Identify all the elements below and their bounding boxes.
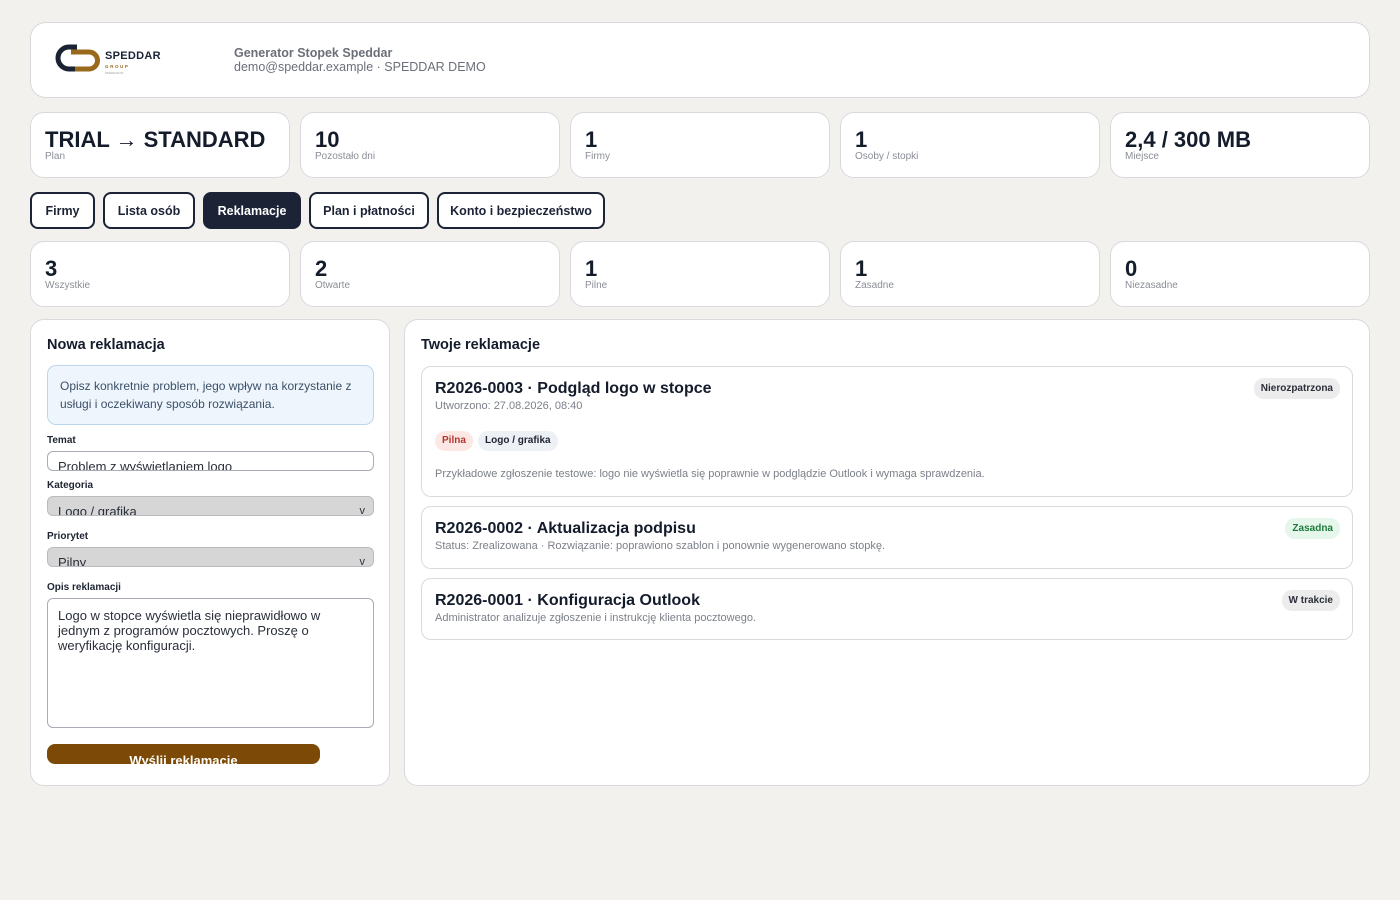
panel-title: Nowa reklamacja xyxy=(47,337,165,353)
stat-plan: TRIAL → STANDARD Plan xyxy=(30,112,290,178)
info-box: Opisz konkretnie problem, jego wpływ na … xyxy=(47,365,374,425)
complaint-card[interactable]: R2026-0003 · Podgląd logo w stopce Utwor… xyxy=(421,366,1353,497)
stat-open-complaints: 2 Otwarte xyxy=(300,241,560,307)
tab-konto-bezpieczenstwo[interactable]: Konto i bezpieczeństwo xyxy=(437,192,605,229)
complaint-title: R2026-0002 · Aktualizacja podpisu xyxy=(435,520,696,537)
stat-valid-complaints: 1 Zasadne xyxy=(840,241,1100,307)
tab-plan-platnosci[interactable]: Plan i płatności xyxy=(309,192,429,229)
tab-firmy[interactable]: Firmy xyxy=(30,192,95,229)
complaint-description: Przykładowe zgłoszenie testowe: logo nie… xyxy=(435,468,985,480)
new-complaint-panel: Nowa reklamacja Opisz konkretnie problem… xyxy=(30,319,390,786)
stat-urgent-complaints: 1 Pilne xyxy=(570,241,830,307)
logo-url: SPEDDAR.PL xyxy=(105,71,125,75)
stat-label: Wszystkie xyxy=(45,280,90,291)
chevron-down-icon: v xyxy=(359,505,366,516)
stat-invalid-complaints: 0 Niezasadne xyxy=(1110,241,1370,307)
complaint-status-text: Administrator analizuje zgłoszenie i ins… xyxy=(435,612,756,624)
complaint-status-text: Status: Zrealizowana · Rozwiązanie: popr… xyxy=(435,540,886,552)
status-badge: Nierozpatrzona xyxy=(1253,378,1340,399)
stat-label: Firmy xyxy=(585,151,610,162)
stat-value: 1 xyxy=(585,256,598,281)
account-info: demo@speddar.example · SPEDDAR DEMO xyxy=(234,60,486,74)
stat-label: Otwarte xyxy=(315,280,351,291)
panel-title: Twoje reklamacje xyxy=(421,337,541,353)
status-badge: Zasadna xyxy=(1285,518,1340,539)
subject-value: Problem z wyświetlaniem logo xyxy=(58,459,233,471)
stat-companies: 1 Firmy xyxy=(570,112,830,178)
stat-value: 0 xyxy=(1125,256,1138,281)
stat-storage: 2,4 / 300 MB Miejsce xyxy=(1110,112,1370,178)
priority-label: Priorytet xyxy=(47,531,89,542)
description-label: Opis reklamacji xyxy=(47,582,121,593)
stat-value: 1 xyxy=(855,256,868,281)
stat-label: Pilne xyxy=(585,280,608,291)
description-textarea[interactable]: Logo w stopce wyświetla się nieprawidłow… xyxy=(47,598,374,728)
stat-value: 2,4 / 300 MB xyxy=(1125,127,1251,152)
stat-label: Niezasadne xyxy=(1125,280,1178,291)
priority-value: Pilny xyxy=(58,555,87,567)
stat-label: Plan xyxy=(45,151,66,162)
complaint-title: R2026-0003 · Podgląd logo w stopce xyxy=(435,380,712,397)
stat-label: Pozostało dni xyxy=(315,151,376,162)
stat-value: 2 xyxy=(315,256,328,281)
complaints-list-panel: Twoje reklamacje R2026-0003 · Podgląd lo… xyxy=(404,319,1370,786)
logo-wordmark: SPEDDAR xyxy=(105,50,161,62)
complaint-title: R2026-0001 · Konfiguracja Outlook xyxy=(435,592,700,609)
speddar-logo[interactable]: SPEDDAR GROUP SPEDDAR.PL xyxy=(55,43,195,79)
category-value: Logo / grafika xyxy=(58,504,137,516)
stat-label: Osoby / stopki xyxy=(855,151,919,162)
submit-label: Wyślij reklamację xyxy=(129,753,238,764)
stat-value: 1 xyxy=(585,127,598,152)
stat-persons: 1 Osoby / stopki xyxy=(840,112,1100,178)
speddar-logo-icon xyxy=(55,44,100,72)
tab-reklamacje[interactable]: Reklamacje xyxy=(203,192,301,229)
subject-label: Temat xyxy=(47,435,76,446)
complaint-card[interactable]: R2026-0002 · Aktualizacja podpisu Status… xyxy=(421,506,1353,569)
category-select[interactable]: Logo / grafika v xyxy=(47,496,374,516)
priority-select[interactable]: Pilny v xyxy=(47,547,374,567)
status-badge: W trakcie xyxy=(1281,590,1340,611)
stat-label: Miejsce xyxy=(1125,151,1159,162)
category-label: Kategoria xyxy=(47,480,94,491)
stat-value: 10 xyxy=(315,127,340,152)
stat-value: 3 xyxy=(45,256,58,281)
subject-input[interactable]: Problem z wyświetlaniem logo xyxy=(47,451,374,471)
stat-value: TRIAL → STANDARD xyxy=(45,127,266,152)
logo-subtitle: GROUP xyxy=(105,64,130,69)
app-header: SPEDDAR GROUP SPEDDAR.PL Generator Stope… xyxy=(30,22,1370,98)
stat-days-left: 10 Pozostało dni xyxy=(300,112,560,178)
submit-complaint-button[interactable]: Wyślij reklamację xyxy=(47,744,320,764)
stat-all-complaints: 3 Wszystkie xyxy=(30,241,290,307)
chevron-down-icon: v xyxy=(359,556,366,567)
priority-tag: Pilna xyxy=(435,431,473,451)
tab-lista-osob[interactable]: Lista osób xyxy=(103,192,195,229)
app-title: Generator Stopek Speddar xyxy=(234,46,393,60)
category-tag: Logo / grafika xyxy=(478,431,558,451)
complaint-card[interactable]: R2026-0001 · Konfiguracja Outlook Admini… xyxy=(421,578,1353,640)
complaint-date: Utworzono: 27.08.2026, 08:40 xyxy=(435,400,583,412)
stat-label: Zasadne xyxy=(855,280,894,291)
stat-value: 1 xyxy=(855,127,868,152)
